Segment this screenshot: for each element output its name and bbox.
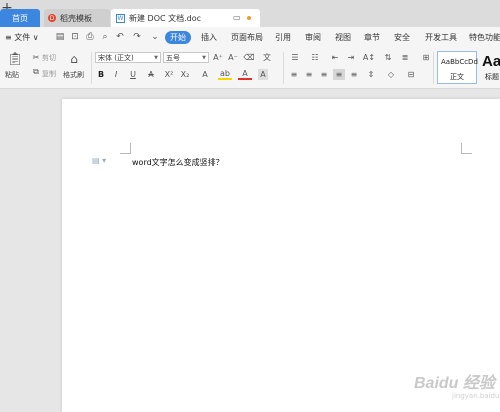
font-name-select[interactable]: 宋体 (正文) ▼ — [95, 52, 161, 63]
monitor-icon[interactable]: ▭ — [233, 13, 241, 22]
clear-format-icon[interactable]: ⌫ — [243, 52, 254, 63]
tab-home-label: 首页 — [12, 13, 28, 23]
distributed-icon[interactable]: ≡ — [348, 69, 360, 80]
show-marks-icon[interactable]: ⊞ — [420, 52, 432, 63]
superscript-icon[interactable]: X² — [164, 69, 174, 80]
shading-icon[interactable]: ◇ — [384, 69, 398, 80]
style-heading-sample: Aa — [482, 53, 500, 70]
align-right-icon[interactable]: ≡ — [318, 69, 330, 80]
tab-features[interactable]: 特色功能 — [469, 31, 500, 44]
divider — [91, 52, 92, 84]
font-color-icon[interactable]: A — [238, 69, 252, 80]
decrease-indent-icon[interactable]: ⇤ — [329, 52, 341, 63]
divider — [433, 52, 434, 84]
paragraph-handle-icon[interactable]: ▤ ▾ — [92, 156, 106, 165]
watermark-logo: Baidu 经验 — [414, 375, 495, 392]
chevron-down-icon: ▼ — [154, 54, 158, 61]
tab-references[interactable]: 引用 — [275, 31, 291, 44]
line-spacing-icon[interactable]: ≣ — [398, 52, 412, 63]
font-size-select[interactable]: 五号 ▼ — [163, 52, 209, 63]
font-name-value: 宋体 (正文) — [98, 53, 134, 62]
sort-icon[interactable]: ⇅ — [382, 52, 394, 63]
italic-icon[interactable]: I — [111, 69, 121, 80]
chevron-down-icon: ▼ — [202, 54, 206, 61]
increase-indent-icon[interactable]: ⇥ — [345, 52, 357, 63]
font-size-value: 五号 — [166, 53, 180, 62]
style-heading-label: 标题 — [485, 73, 499, 81]
tab-section[interactable]: 章节 — [364, 31, 380, 44]
tab-document-label: 新建 DOC 文档.doc — [129, 13, 202, 23]
style-normal-label: 正文 — [450, 73, 464, 81]
tab-developer[interactable]: 开发工具 — [425, 31, 457, 44]
style-heading[interactable]: Aa 标题 — [480, 51, 500, 84]
cut-button[interactable]: 剪切 — [42, 53, 56, 63]
ribbon-toolbar: 📋︎ 粘贴 ✂ 剪切 ⧉ 复制 ⌂ 格式刷 宋体 (正文) ▼ 五号 ▼ A⁺ A⁻… — [0, 48, 500, 89]
templates-icon: D — [48, 14, 56, 22]
tab-home[interactable]: 首页 — [0, 9, 40, 27]
tab-document[interactable]: W 新建 DOC 文档.doc ▭ — [111, 9, 260, 27]
print-icon[interactable]: ⎙ — [85, 32, 95, 42]
align-left-icon[interactable]: ≡ — [288, 69, 300, 80]
tab-templates-label: 稻壳模板 — [60, 13, 92, 23]
preview-icon[interactable]: ⌕ — [100, 32, 110, 42]
paragraph-spacing-icon[interactable]: ⇕ — [364, 69, 378, 80]
bold-icon[interactable]: B — [96, 69, 106, 80]
char-shading-icon[interactable]: A — [258, 69, 268, 80]
undo-icon[interactable]: ↶ — [115, 32, 125, 42]
shrink-font-icon[interactable]: A⁻ — [228, 52, 238, 63]
redo-icon[interactable]: ↷ — [132, 32, 142, 42]
divider — [283, 52, 284, 84]
tab-page-layout[interactable]: 页面布局 — [231, 31, 263, 44]
menu-bar: ≡ 文件 ∨ ▤ ⊡ ⎙ ⌕ ↶ ↷ ⌄ 开始 插入 页面布局 引用 审阅 视图… — [0, 27, 500, 49]
title-tab-bar: 首页 D 稻壳模板 W 新建 DOC 文档.doc ▭ + — [0, 0, 500, 27]
watermark-url: jingyan.baidu.com — [452, 392, 500, 400]
scissors-icon[interactable]: ✂ — [32, 53, 40, 62]
tab-view[interactable]: 视图 — [335, 31, 351, 44]
tab-security[interactable]: 安全 — [394, 31, 410, 44]
document-text[interactable]: word文字怎么变成竖排？ — [132, 157, 224, 168]
grow-font-icon[interactable]: A⁺ — [213, 52, 223, 63]
margin-corner-top-left — [120, 143, 131, 154]
justify-icon[interactable]: ≡ — [333, 69, 345, 80]
format-painter-icon[interactable]: ⌂ — [68, 52, 80, 66]
style-normal-sample: AaBbCcDd — [441, 58, 478, 66]
align-center-icon[interactable]: ≡ — [303, 69, 315, 80]
tab-start[interactable]: 开始 — [165, 31, 191, 44]
open-icon[interactable]: ▤ — [55, 32, 65, 42]
text-direction-icon[interactable]: A↕ — [362, 52, 376, 63]
paste-icon[interactable]: 📋︎ — [7, 52, 24, 67]
paste-button[interactable]: 粘贴 — [5, 70, 19, 80]
pinyin-icon[interactable]: 文 — [260, 52, 274, 63]
file-menu[interactable]: ≡ 文件 ∨ — [5, 31, 39, 44]
text-effect-icon[interactable]: A — [198, 69, 212, 80]
copy-icon[interactable]: ⧉ — [32, 67, 40, 76]
numbered-list-icon[interactable]: ☷ — [308, 52, 322, 63]
tab-insert[interactable]: 插入 — [201, 31, 217, 44]
word-doc-icon: W — [116, 13, 125, 23]
highlight-icon[interactable]: ab — [218, 69, 232, 80]
bullet-list-icon[interactable]: ☰ — [288, 52, 302, 63]
unsaved-dot-icon — [247, 16, 251, 20]
strikethrough-icon[interactable]: A — [144, 69, 158, 80]
borders-icon[interactable]: ⊟ — [404, 69, 418, 80]
save-icon[interactable]: ⊡ — [70, 32, 80, 42]
subscript-icon[interactable]: X₂ — [180, 69, 190, 80]
document-page[interactable]: ▤ ▾ word文字怎么变成竖排？ Baidu 经验 jingyan.baidu… — [62, 99, 500, 412]
copy-button[interactable]: 复制 — [42, 69, 56, 79]
underline-icon[interactable]: U — [126, 69, 140, 80]
tab-review[interactable]: 审阅 — [305, 31, 321, 44]
tab-templates[interactable]: D 稻壳模板 — [44, 9, 110, 27]
format-painter-button[interactable]: 格式刷 — [63, 70, 84, 80]
margin-corner-top-right — [461, 143, 472, 154]
style-normal[interactable]: AaBbCcDd 正文 — [437, 51, 478, 84]
more-icon[interactable]: ⌄ — [150, 32, 160, 42]
